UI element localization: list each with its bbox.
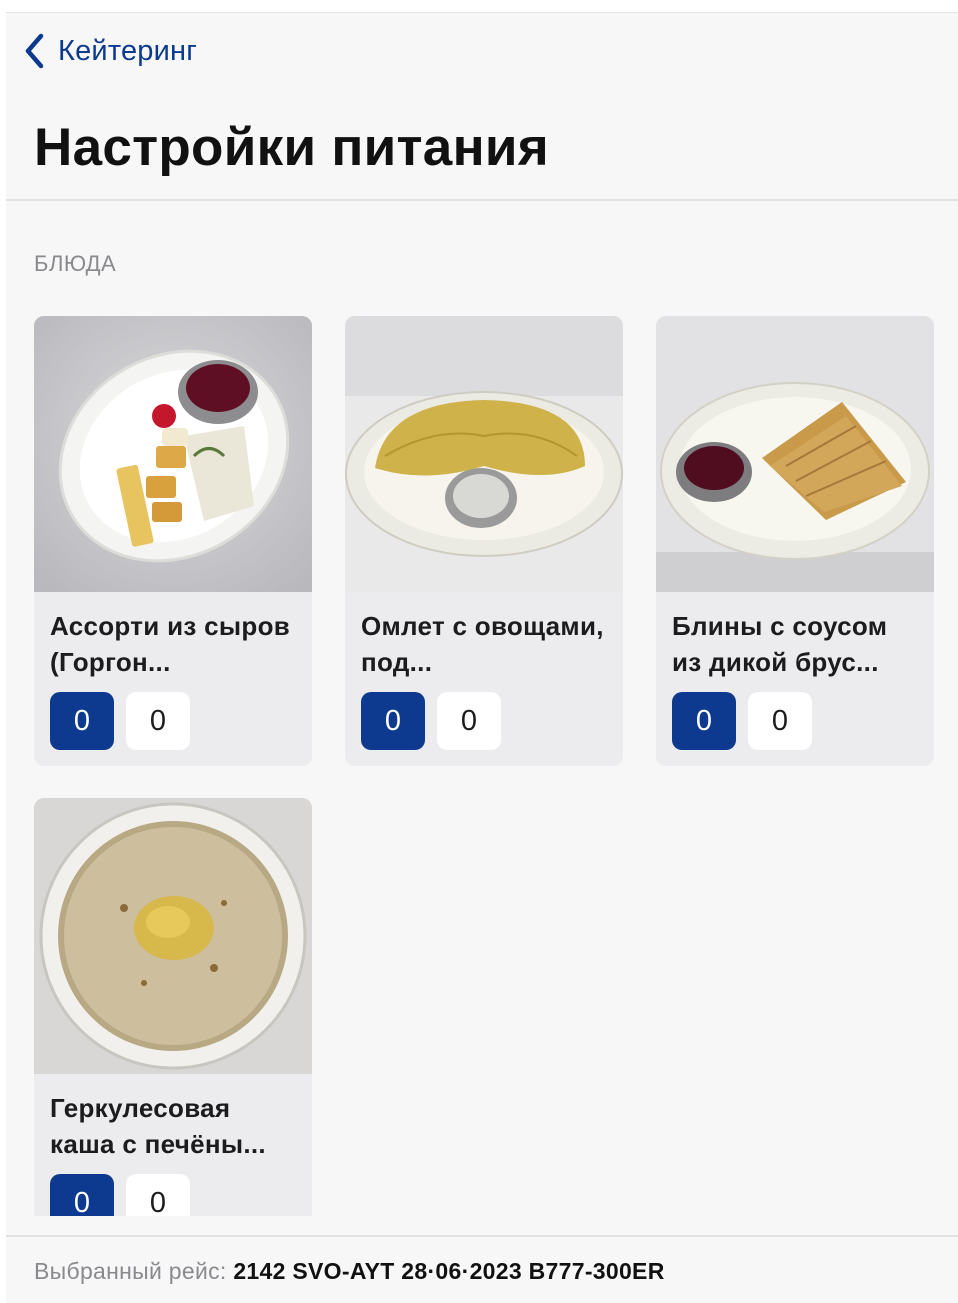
- dish-title: Блины с соусом из дикой брус...: [672, 611, 888, 677]
- dish-card[interactable]: Блины с соусом из дикой брус... 0 0: [656, 316, 934, 766]
- dish-title: Омлет с овощами, под...: [361, 611, 604, 677]
- chevron-left-icon: [25, 33, 44, 69]
- quantity-counter-secondary[interactable]: 0: [437, 692, 501, 750]
- dish-title: Геркулесовая каша с печёны...: [50, 1093, 266, 1159]
- app-screen: Кейтеринг Настройки питания БЛЮДА Ассорт…: [6, 12, 958, 1303]
- quantity-counter-primary[interactable]: 0: [50, 1174, 114, 1216]
- pancakes-image: [656, 316, 934, 592]
- quantity-counter-secondary[interactable]: 0: [748, 692, 812, 750]
- cheese-platter-image: [34, 316, 312, 592]
- oatmeal-image: [34, 798, 312, 1074]
- quantity-counter-primary[interactable]: 0: [361, 692, 425, 750]
- back-button-label: Кейтеринг: [58, 34, 198, 67]
- navigation-bar: Кейтеринг Настройки питания: [6, 13, 958, 201]
- section-label-dishes: БЛЮДА: [34, 251, 117, 276]
- quantity-counter-secondary[interactable]: 0: [126, 692, 190, 750]
- selected-flight-footer: Выбранный рейс: 2142 SVO-AYT 28·06·2023 …: [6, 1235, 958, 1303]
- dish-title: Ассорти из сыров (Горгон...: [50, 611, 291, 677]
- dish-card[interactable]: Омлет с овощами, под... 0 0: [345, 316, 623, 766]
- quantity-counter-primary[interactable]: 0: [672, 692, 736, 750]
- back-button[interactable]: Кейтеринг: [24, 31, 197, 71]
- dishes-grid: Ассорти из сыров (Горгон... 0 0 Омлет с …: [34, 316, 934, 1216]
- omelette-image: [345, 316, 623, 592]
- dish-card[interactable]: Геркулесовая каша с печёны... 0 0: [34, 798, 312, 1216]
- selected-flight-info: Выбранный рейс: 2142 SVO-AYT 28·06·2023 …: [34, 1258, 665, 1285]
- selected-flight-value: 2142 SVO-AYT 28·06·2023 B777-300ER: [233, 1257, 665, 1284]
- selected-flight-label: Выбранный рейс:: [34, 1257, 227, 1284]
- page-title: Настройки питания: [34, 118, 549, 177]
- dish-card[interactable]: Ассорти из сыров (Горгон... 0 0: [34, 316, 312, 766]
- quantity-counter-secondary[interactable]: 0: [126, 1174, 190, 1216]
- quantity-counter-primary[interactable]: 0: [50, 692, 114, 750]
